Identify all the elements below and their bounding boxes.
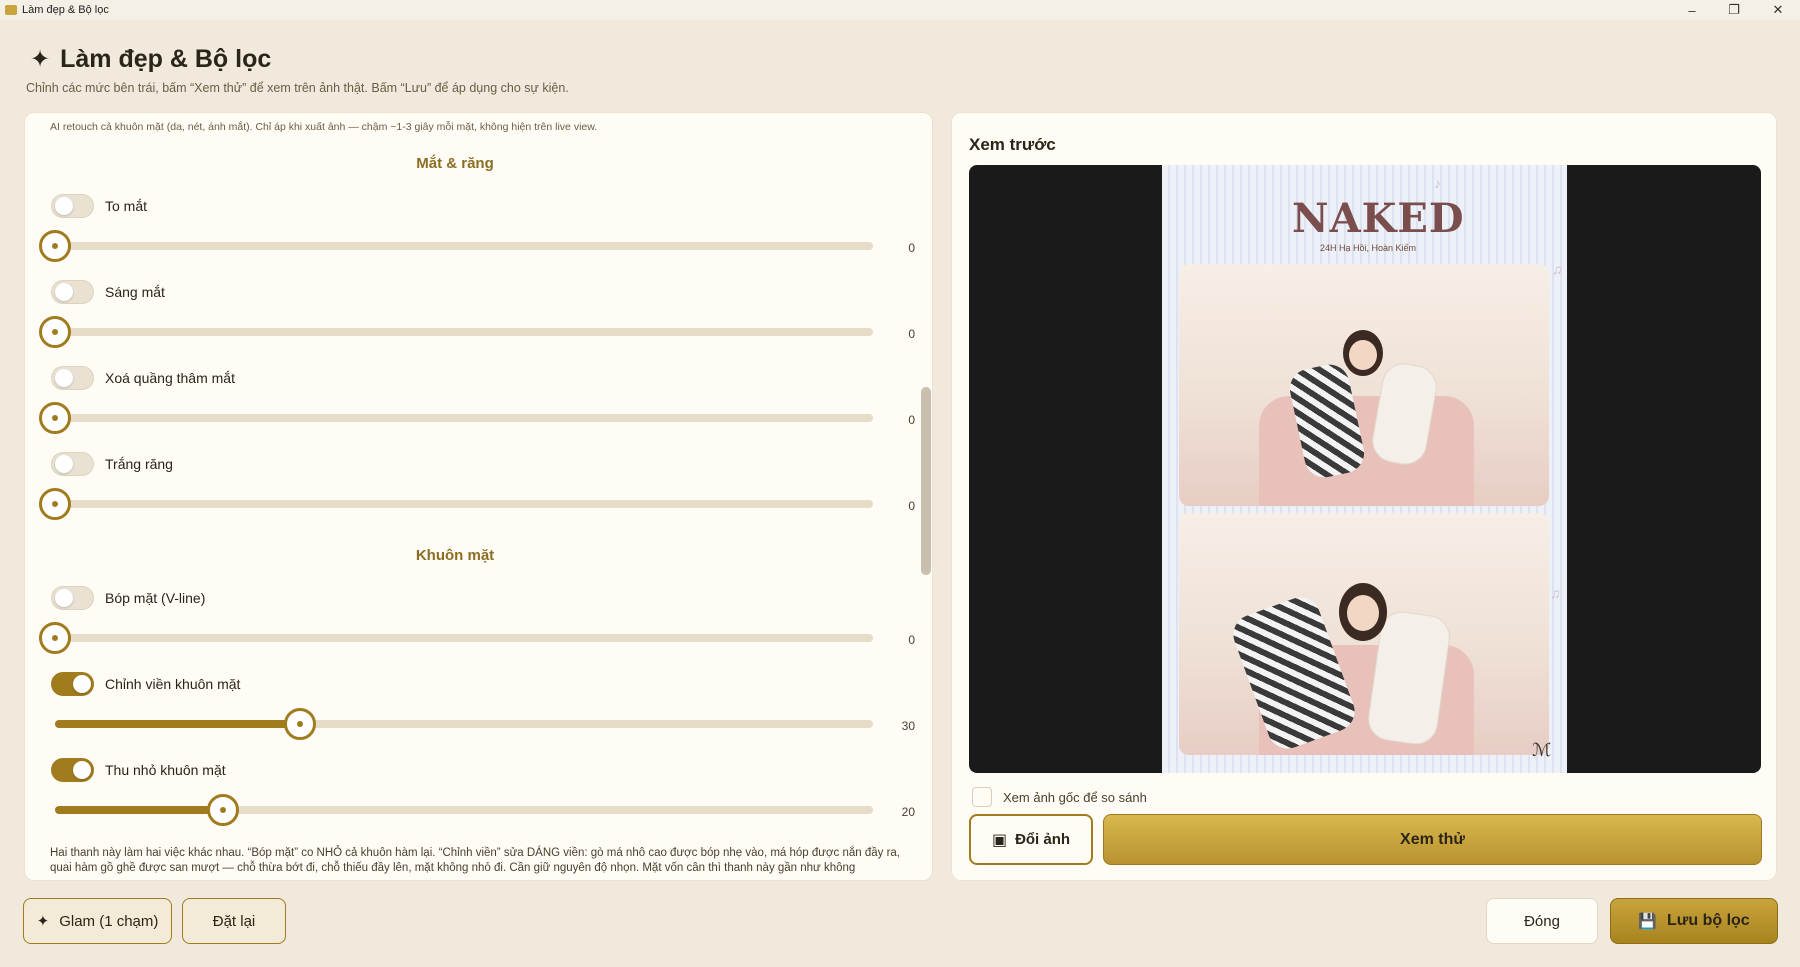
- compare-label: Xem ảnh gốc để so sánh: [1003, 789, 1147, 805]
- brand-address: 24H Hạ Hồi, Hoàn Kiếm: [1320, 243, 1417, 253]
- slider-thumb[interactable]: [39, 230, 71, 262]
- save-icon: 💾: [1638, 913, 1657, 930]
- label-chinh-vien: Chỉnh viền khuôn mặt: [105, 676, 241, 692]
- value-thu-nho: 20: [901, 805, 915, 819]
- brand-logo: NAKED: [1292, 195, 1465, 242]
- toggle-bop-mat[interactable]: [51, 586, 94, 610]
- swap-photo-label: Đổi ảnh: [1015, 831, 1071, 848]
- slider-to-mat[interactable]: [39, 230, 873, 262]
- value-trang-rang: 0: [908, 499, 915, 513]
- label-to-mat: To mắt: [105, 198, 148, 214]
- slider-thumb[interactable]: [39, 622, 71, 654]
- music-note-icon: ♫: [1552, 261, 1563, 277]
- photo-frame-1: [1179, 264, 1549, 506]
- photo-frame-2: [1179, 513, 1549, 755]
- label-thu-nho: Thu nhỏ khuôn mặt: [105, 762, 226, 778]
- slider-thumb[interactable]: [39, 402, 71, 434]
- slider-sang-mat[interactable]: [39, 316, 873, 348]
- value-bop-mat: 0: [908, 633, 915, 647]
- toggle-trang-rang[interactable]: [51, 452, 94, 476]
- value-xoa-quang-tham: 0: [908, 413, 915, 427]
- save-filter-label: Lưu bộ lọc: [1667, 912, 1750, 929]
- preview-image: NAKED 24H Hạ Hồi, Hoàn Kiếm ♪ ♫ ♫ ℳ: [969, 165, 1761, 773]
- close-button[interactable]: Đóng: [1486, 898, 1598, 944]
- page-title-text: Làm đẹp & Bộ lọc: [60, 45, 272, 73]
- logo-mark-icon: ℳ: [1532, 740, 1552, 760]
- app-icon: [5, 5, 17, 15]
- slider-chinh-vien[interactable]: [55, 708, 873, 740]
- slider-trang-rang[interactable]: [39, 488, 873, 520]
- section-title-face: Khuôn mặt: [415, 547, 495, 564]
- slider-bop-mat[interactable]: [39, 622, 873, 654]
- value-sang-mat: 0: [908, 327, 915, 341]
- music-note-icon: ♫: [1550, 585, 1561, 601]
- panel-scrollbar[interactable]: [921, 387, 931, 575]
- glam-button[interactable]: ✦ Glam (1 chạm): [23, 898, 172, 944]
- try-preview-button[interactable]: Xem thử: [1103, 814, 1762, 865]
- slider-fill: [55, 720, 300, 728]
- toggle-xoa-quang-tham[interactable]: [51, 366, 94, 390]
- close-window-button[interactable]: ✕: [1758, 0, 1798, 20]
- slider-thumb[interactable]: [39, 316, 71, 348]
- page-subtitle: Chỉnh các mức bên trái, bấm “Xem thử” để…: [26, 81, 569, 95]
- reset-label: Đặt lại: [212, 912, 256, 930]
- window-title: Làm đẹp & Bộ lọc: [22, 4, 109, 16]
- slider-thu-nho[interactable]: [55, 794, 873, 826]
- slider-thumb[interactable]: [39, 488, 71, 520]
- toggle-thu-nho[interactable]: [51, 758, 94, 782]
- window-titlebar: Làm đẹp & Bộ lọc – ❐ ✕: [0, 0, 1800, 20]
- slider-xoa-quang-tham[interactable]: [39, 402, 873, 434]
- slider-thumb[interactable]: [284, 708, 316, 740]
- label-trang-rang: Trắng răng: [105, 456, 173, 472]
- preview-title: Xem trước: [969, 135, 1056, 154]
- label-sang-mat: Sáng mắt: [105, 284, 165, 300]
- glam-label: Glam (1 chạm): [59, 912, 159, 930]
- page-title: ✦ Làm đẹp & Bộ lọc: [30, 45, 271, 74]
- restore-button[interactable]: ❐: [1714, 0, 1754, 20]
- compare-original-option[interactable]: Xem ảnh gốc để so sánh: [972, 787, 1147, 807]
- swap-photo-button[interactable]: ▣ Đổi ảnh: [969, 814, 1093, 865]
- settings-panel[interactable]: AI retouch cả khuôn mặt (da, nét, ánh mắ…: [24, 112, 933, 881]
- slider-fill: [55, 806, 223, 814]
- label-xoa-quang-tham: Xoá quầng thâm mắt: [105, 370, 235, 386]
- ai-retouch-note: AI retouch cả khuôn mặt (da, nét, ánh mắ…: [50, 121, 598, 133]
- slider-explanation-note: Hai thanh này làm hai việc khác nhau. “B…: [50, 847, 901, 874]
- label-bop-mat: Bóp mặt (V-line): [105, 590, 206, 606]
- sparkle-icon: ✦: [36, 913, 50, 930]
- sparkle-icon: ✦: [30, 45, 51, 73]
- value-to-mat: 0: [908, 241, 915, 255]
- sofa: [1259, 396, 1474, 506]
- image-icon: ▣: [991, 831, 1008, 849]
- toggle-sang-mat[interactable]: [51, 280, 94, 304]
- person-face: [1349, 340, 1377, 370]
- minimize-button[interactable]: –: [1672, 0, 1712, 20]
- section-title-eyes-teeth: Mắt & răng: [416, 155, 494, 172]
- value-chinh-vien: 30: [901, 719, 915, 733]
- slider-thumb[interactable]: [207, 794, 239, 826]
- preview-panel: Xem trước NAKED 24H Hạ Hồi, Hoàn Kiếm ♪ …: [951, 112, 1777, 881]
- compare-checkbox[interactable]: [972, 787, 992, 807]
- save-filter-button[interactable]: 💾 Lưu bộ lọc: [1610, 898, 1778, 944]
- person-face: [1347, 595, 1379, 631]
- try-preview-label: Xem thử: [1400, 830, 1465, 848]
- toggle-chinh-vien[interactable]: [51, 672, 94, 696]
- toggle-to-mat[interactable]: [51, 194, 94, 218]
- photo-strip: NAKED 24H Hạ Hồi, Hoàn Kiếm ♪ ♫ ♫ ℳ: [1162, 165, 1567, 773]
- reset-button[interactable]: Đặt lại: [182, 898, 286, 944]
- close-label: Đóng: [1524, 912, 1560, 930]
- music-note-icon: ♪: [1434, 175, 1441, 191]
